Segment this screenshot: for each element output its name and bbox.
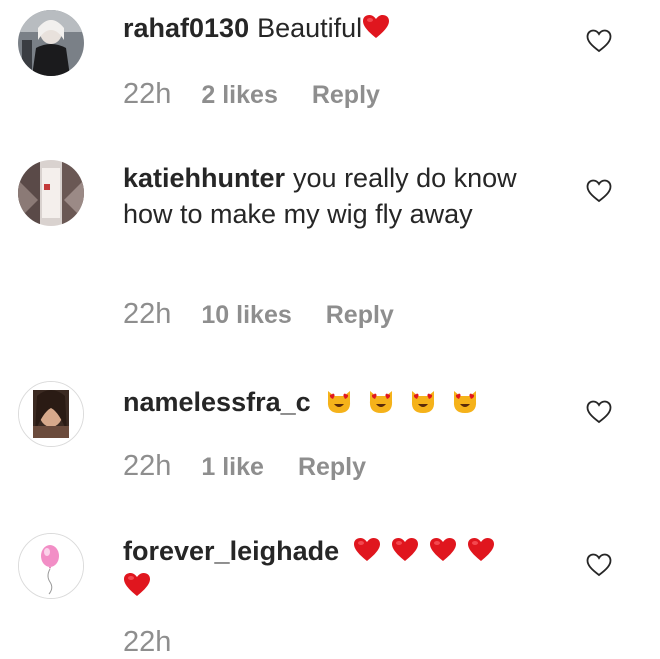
comment-time[interactable]: 22h [123, 298, 171, 330]
heart-eyes-cat-icon [327, 391, 350, 413]
avatar[interactable] [18, 10, 84, 76]
emoji-group [353, 536, 495, 564]
comment-time[interactable]: 22h [123, 78, 171, 110]
heart-outline-icon[interactable] [586, 553, 612, 577]
comment-likes[interactable]: 10 likes [201, 301, 291, 329]
comment-likes[interactable]: 2 likes [201, 81, 277, 109]
comment-likes[interactable]: 1 like [201, 453, 264, 481]
comment-username[interactable]: katiehhunter [123, 163, 285, 193]
reply-button[interactable]: Reply [312, 81, 380, 109]
comment-meta: 22h 1 like Reply [123, 450, 366, 483]
red-heart-icon [468, 538, 495, 561]
heart-eyes-cat-icon [453, 391, 476, 413]
heart-outline-icon[interactable] [586, 179, 612, 203]
comment-text: forever_leighade [123, 533, 563, 569]
red-heart-icon [430, 538, 457, 561]
heart-eyes-cat-icon [369, 391, 392, 413]
red-heart-icon [392, 538, 419, 561]
comment-meta: 22h 10 likes Reply [123, 298, 394, 331]
avatar[interactable] [18, 381, 84, 447]
comment-time[interactable]: 22h [123, 626, 171, 658]
emoji-group [362, 13, 390, 41]
red-heart-icon [363, 15, 390, 38]
reply-button[interactable]: Reply [326, 301, 394, 329]
red-heart-icon [354, 538, 381, 561]
heart-eyes-cat-icon [411, 391, 434, 413]
red-heart-icon [124, 573, 150, 596]
comment-text: katiehhunter you really do know how to ma… [123, 160, 543, 232]
comment-time[interactable]: 22h [123, 450, 171, 482]
emoji-group [325, 387, 479, 415]
avatar[interactable] [18, 160, 84, 226]
comment-username[interactable]: forever_leighade [123, 536, 339, 566]
reply-button[interactable]: Reply [298, 453, 366, 481]
comment-username[interactable]: rahaf0130 [123, 13, 249, 43]
comment-meta: 22h [123, 626, 201, 659]
avatar[interactable] [18, 533, 84, 599]
comment-username[interactable]: namelessfra_c [123, 387, 311, 417]
comment-body: Beautiful [257, 13, 363, 43]
heart-outline-icon[interactable] [586, 29, 612, 53]
comment-text: rahaf0130 Beautiful [123, 10, 563, 46]
comment-meta: 22h 2 likes Reply [123, 78, 380, 111]
comment-text: namelessfra_c [123, 384, 563, 420]
emoji-group-wrap [123, 571, 151, 604]
heart-outline-icon[interactable] [586, 400, 612, 424]
